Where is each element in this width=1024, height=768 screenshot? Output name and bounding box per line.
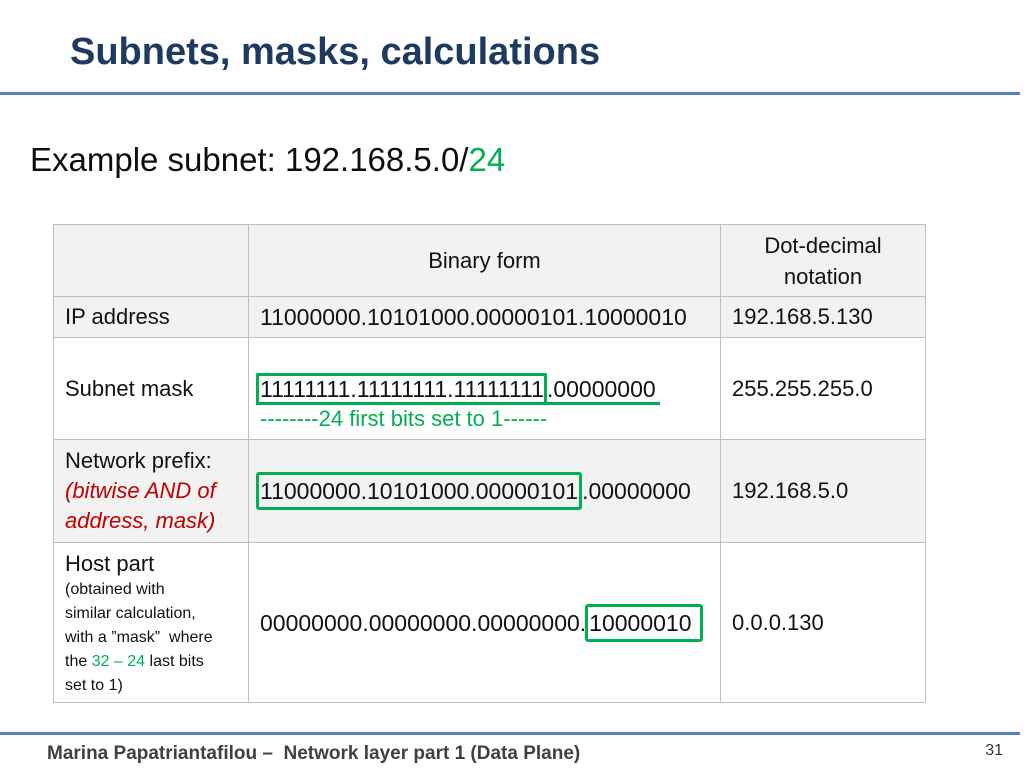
network-prefix-dotted: 192.168.5.0 <box>720 439 926 543</box>
subnet-mask-label: Subnet mask <box>53 337 249 440</box>
network-prefix-note-line-2: address, mask) <box>65 508 216 533</box>
network-prefix-binary: 11000000.10101000.00000101.00000000 <box>248 439 721 543</box>
host-part-note-line-1: (obtained with <box>65 581 165 598</box>
host-part-note-before: the <box>65 653 92 670</box>
table-row-network-prefix: Network prefix: (bitwise AND of address,… <box>53 439 926 543</box>
network-prefix-label: Network prefix: <box>65 448 212 473</box>
example-subnet-heading: Example subnet: 192.168.5.0/24 <box>30 140 505 180</box>
host-part-label: Host part <box>65 551 155 576</box>
host-bits-highlight-box: 10000010 <box>585 603 703 642</box>
header-cell-blank <box>53 224 249 297</box>
host-part-note-line-3: with a ”mask” where <box>65 629 213 646</box>
ip-address-label: IP address <box>53 296 249 338</box>
mask-ones-note: --------24 first bits set to 1------ <box>260 406 548 431</box>
host-part-label-cell: Host part (obtained with similar calcula… <box>53 542 249 703</box>
host-part-note-line-2: similar calculation, <box>65 605 196 622</box>
network-prefix-label-cell: Network prefix: (bitwise AND of address,… <box>53 439 249 543</box>
host-part-dotted: 0.0.0.130 <box>720 542 926 703</box>
footer-divider <box>0 732 1020 735</box>
header-dot-decimal: Dot-decimal notation <box>720 224 926 297</box>
network-prefix-highlight-box: 11000000.10101000.00000101 <box>256 472 583 510</box>
host-bits-count: 32 – 24 <box>91 653 146 670</box>
page-number: 31 <box>985 742 1003 759</box>
mask-zero-bits: .00000000 <box>546 376 656 402</box>
subnet-mask-dotted: 255.255.255.0 <box>720 337 926 440</box>
subnet-calculation-table: Binary form Dot-decimal notation IP addr… <box>53 224 926 703</box>
mask-underline: 11111111.11111111.11111111.00000000 <box>256 373 660 405</box>
table-row-subnet-mask: Subnet mask 11111111.11111111.11111111.0… <box>53 337 926 440</box>
table-row-host-part: Host part (obtained with similar calcula… <box>53 542 926 703</box>
example-subnet-address: Example subnet: 192.168.5.0/ <box>30 141 469 178</box>
example-prefix-length: 24 <box>468 141 506 178</box>
ip-address-dotted: 192.168.5.130 <box>720 296 926 338</box>
title-divider <box>0 92 1020 95</box>
header-binary-form: Binary form <box>248 224 721 297</box>
slide-title: Subnets, masks, calculations <box>70 31 601 73</box>
ip-address-binary: 11000000.10101000.00000101.10000010 <box>248 296 721 338</box>
table-row-ip-address: IP address 11000000.10101000.00000101.10… <box>53 296 926 338</box>
host-part-network-bits: 00000000.00000000.00000000. <box>260 609 587 636</box>
subnet-mask-binary: 11111111.11111111.11111111.00000000 <box>256 373 709 405</box>
host-part-note-line-4: the 32 – 24 last bits <box>65 650 237 674</box>
network-prefix-zero-bits: .00000000 <box>582 478 691 504</box>
host-part-note-line-5: set to 1) <box>65 677 123 694</box>
host-part-binary: 00000000.00000000.00000000. 10000010 <box>248 542 721 703</box>
subnet-mask-binary-cell: 11111111.11111111.11111111.00000000 ----… <box>248 337 721 440</box>
footer-text: Marina Papatriantafilou – Network layer … <box>47 743 581 764</box>
network-prefix-note-line-1: (bitwise AND of <box>65 478 216 503</box>
host-part-note-after: last bits <box>145 653 204 670</box>
table-header-row: Binary form Dot-decimal notation <box>53 224 926 297</box>
mask-ones-highlight-box: 11111111.11111111.11111111 <box>256 373 547 402</box>
